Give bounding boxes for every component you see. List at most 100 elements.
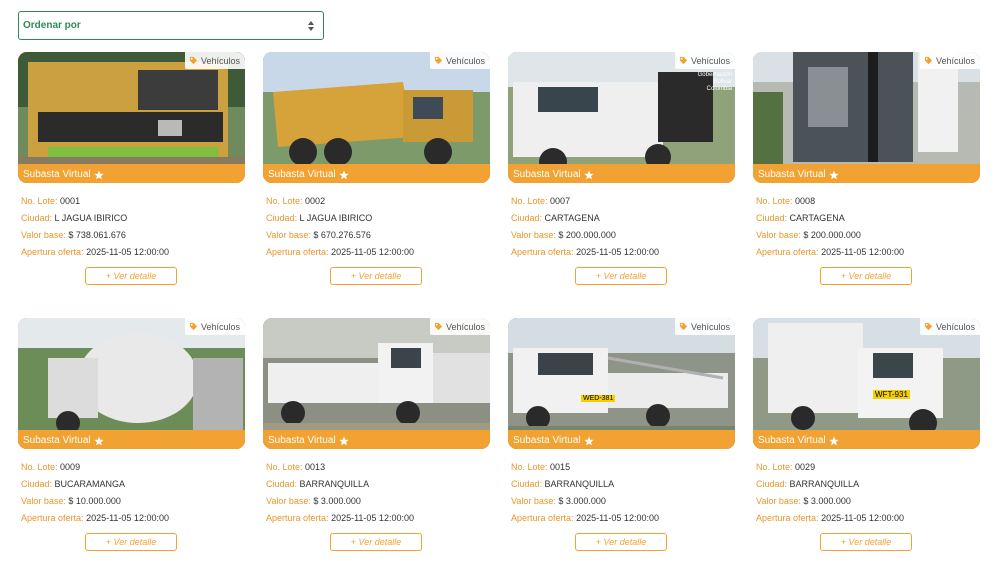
auction-ribbon: Subasta Virtual [508,430,735,449]
tag-icon [679,56,688,65]
lot-card: Vehículos Subasta Virtual No. Lote: 0001… [18,52,245,285]
tag-icon [679,322,688,331]
base-value-row: Valor base: $ 738.061.676 [21,230,126,240]
city-row: Ciudad: CARTAGENA [756,213,845,223]
view-detail-button[interactable]: + Ver detalle [820,533,912,551]
auction-ribbon: Subasta Virtual [18,164,245,183]
auction-ribbon: Subasta Virtual [753,164,980,183]
auction-ribbon: Subasta Virtual [18,430,245,449]
lot-card: WFT-931 Vehículos Subasta Virtual No. Lo… [753,318,980,551]
sort-select-label: Ordenar por [23,20,81,31]
auction-ribbon: Subasta Virtual [263,164,490,183]
lot-number-row: No. Lote: 0009 [21,462,81,472]
vehicle-photo[interactable]: Vehículos Subasta Virtual [263,318,490,449]
view-detail-button[interactable]: + Ver detalle [330,533,422,551]
lot-card: Vehículos Subasta Virtual No. Lote: 0009… [18,318,245,551]
ribbon-label: Subasta Virtual [758,435,826,446]
vehicle-photo[interactable]: Vehículos Subasta Virtual [18,318,245,449]
lot-number-row: No. Lote: 0001 [21,196,81,206]
tag-icon [924,56,933,65]
category-label: Vehículos [445,55,485,66]
category-badge: Vehículos [919,52,980,69]
view-detail-button[interactable]: + Ver detalle [575,533,667,551]
category-label: Vehículos [935,55,975,66]
lot-card: Gobernación Bolívar Colombia Vehículos S… [508,52,735,285]
base-value-row: Valor base: $ 10.000.000 [21,496,121,506]
auction-ribbon: Subasta Virtual [753,430,980,449]
tag-icon [924,322,933,331]
city-row: Ciudad: L JAGUA IBIRICO [21,213,128,223]
category-badge: Vehículos [674,52,735,69]
category-badge: Vehículos [674,318,735,335]
ribbon-label: Subasta Virtual [268,169,336,180]
lot-number-row: No. Lote: 0008 [756,196,816,206]
lot-card: WED-381 Vehículos Subasta Virtual No. Lo… [508,318,735,551]
star-icon [828,436,839,445]
city-row: Ciudad: CARTAGENA [511,213,600,223]
view-detail-button[interactable]: + Ver detalle [820,267,912,285]
opening-row: Apertura oferta: 2025-11-05 12:00:00 [266,247,414,257]
city-row: Ciudad: BARRANQUILLA [266,479,370,489]
base-value-row: Valor base: $ 3.000.000 [511,496,606,506]
category-badge: Vehículos [429,52,490,69]
ribbon-label: Subasta Virtual [23,169,91,180]
lot-number-row: No. Lote: 0029 [756,462,816,472]
vehicle-photo[interactable]: WED-381 Vehículos Subasta Virtual [508,318,735,449]
city-row: Ciudad: BARRANQUILLA [756,479,860,489]
vehicle-photo[interactable]: Vehículos Subasta Virtual [753,52,980,183]
tag-icon [434,56,443,65]
opening-row: Apertura oferta: 2025-11-05 12:00:00 [266,513,414,523]
view-detail-button[interactable]: + Ver detalle [85,267,177,285]
star-icon [93,436,104,445]
view-detail-button[interactable]: + Ver detalle [575,267,667,285]
base-value-row: Valor base: $ 670.276.576 [266,230,371,240]
vehicle-photo[interactable]: Vehículos Subasta Virtual [263,52,490,183]
base-value-row: Valor base: $ 3.000.000 [266,496,361,506]
ribbon-label: Subasta Virtual [23,435,91,446]
base-value-row: Valor base: $ 200.000.000 [511,230,616,240]
category-badge: Vehículos [184,318,245,335]
ribbon-label: Subasta Virtual [513,435,581,446]
sort-select[interactable]: Ordenar por [18,11,324,40]
ribbon-label: Subasta Virtual [268,435,336,446]
tag-icon [189,56,198,65]
lot-card: Vehículos Subasta Virtual No. Lote: 0002… [263,52,490,285]
auction-ribbon: Subasta Virtual [508,164,735,183]
lot-number-row: No. Lote: 0013 [266,462,326,472]
opening-row: Apertura oferta: 2025-11-05 12:00:00 [511,513,659,523]
star-icon [583,170,594,179]
tag-icon [434,322,443,331]
base-value-row: Valor base: $ 3.000.000 [756,496,851,506]
opening-row: Apertura oferta: 2025-11-05 12:00:00 [756,247,904,257]
lot-number-row: No. Lote: 0002 [266,196,326,206]
category-badge: Vehículos [184,52,245,69]
vehicle-photo[interactable]: Gobernación Bolívar Colombia Vehículos S… [508,52,735,183]
category-badge: Vehículos [919,318,980,335]
lot-card: Vehículos Subasta Virtual No. Lote: 0013… [263,318,490,551]
opening-row: Apertura oferta: 2025-11-05 12:00:00 [756,513,904,523]
star-icon [93,170,104,179]
license-plate: WED-381 [581,395,616,402]
opening-row: Apertura oferta: 2025-11-05 12:00:00 [21,513,169,523]
category-badge: Vehículos [429,318,490,335]
sort-arrows-icon [308,21,314,31]
category-label: Vehículos [690,55,730,66]
vehicle-photo[interactable]: WFT-931 Vehículos Subasta Virtual [753,318,980,449]
view-detail-button[interactable]: + Ver detalle [85,533,177,551]
auction-ribbon: Subasta Virtual [263,430,490,449]
category-label: Vehículos [445,321,485,332]
city-row: Ciudad: L JAGUA IBIRICO [266,213,373,223]
category-label: Vehículos [200,321,240,332]
overlay-text: Gobernación Bolívar Colombia [697,72,732,92]
base-value-row: Valor base: $ 200.000.000 [756,230,861,240]
star-icon [828,170,839,179]
opening-row: Apertura oferta: 2025-11-05 12:00:00 [21,247,169,257]
view-detail-button[interactable]: + Ver detalle [330,267,422,285]
city-row: Ciudad: BARRANQUILLA [511,479,615,489]
opening-row: Apertura oferta: 2025-11-05 12:00:00 [511,247,659,257]
lot-card: Vehículos Subasta Virtual No. Lote: 0008… [753,52,980,285]
lot-number-row: No. Lote: 0007 [511,196,571,206]
category-label: Vehículos [690,321,730,332]
vehicle-photo[interactable]: Vehículos Subasta Virtual [18,52,245,183]
license-plate: WFT-931 [873,390,910,399]
